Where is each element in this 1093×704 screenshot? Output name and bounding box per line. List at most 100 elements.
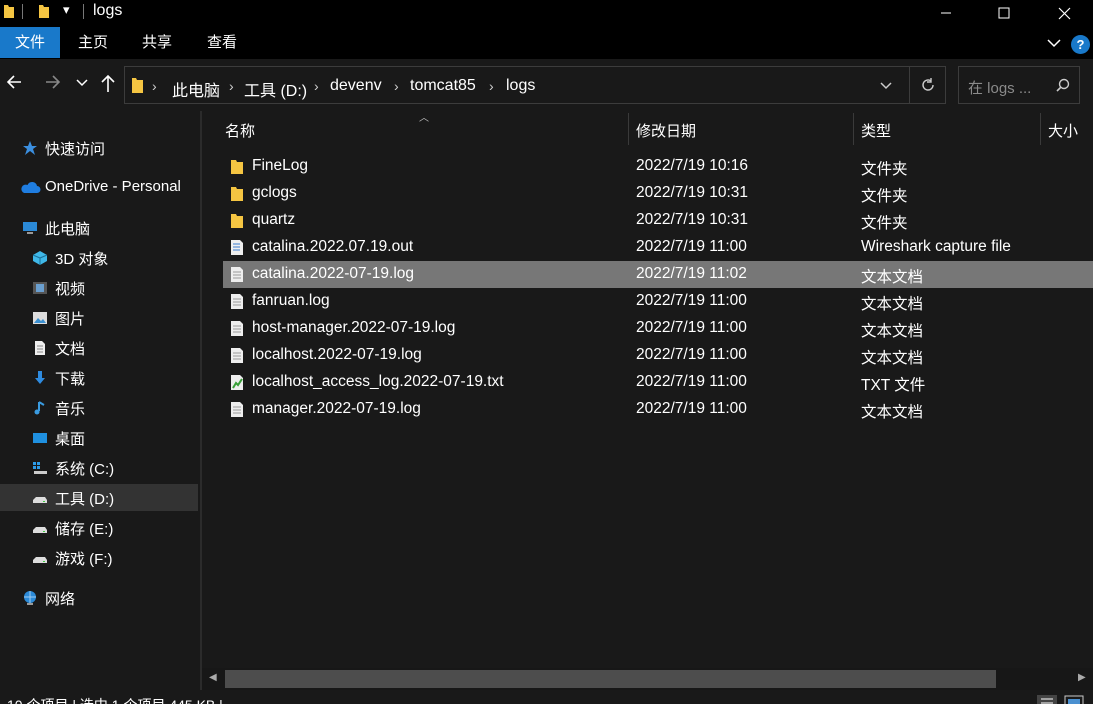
- tab-view[interactable]: 查看: [193, 27, 251, 58]
- sidebar-item-quick-access[interactable]: 快速访问: [0, 134, 198, 161]
- breadcrumb-this-pc[interactable]: 此电脑: [172, 77, 220, 101]
- sidebar-item-label: 3D 对象: [55, 251, 109, 268]
- breadcrumb-separator[interactable]: ›: [394, 78, 399, 94]
- sidebar-item-drive-c[interactable]: 系统 (C:): [0, 454, 198, 481]
- tab-share[interactable]: 共享: [128, 27, 186, 58]
- sidebar-item-network[interactable]: 网络: [0, 584, 198, 611]
- table-row[interactable]: manager.2022-07-19.log 2022/7/19 11:00 文…: [223, 396, 1093, 423]
- cloud-icon: [21, 181, 41, 193]
- refresh-icon: [921, 78, 934, 91]
- sidebar-item-drive-f[interactable]: 游戏 (F:): [0, 544, 198, 571]
- quick-access-dropdown[interactable]: ▾: [63, 2, 70, 18]
- address-history-chevron-icon[interactable]: [880, 82, 892, 90]
- scroll-left-icon[interactable]: ◀: [209, 672, 217, 683]
- table-row[interactable]: quartz 2022/7/19 10:31 文件夹: [223, 207, 1093, 234]
- expand-ribbon-icon[interactable]: [1046, 38, 1062, 48]
- table-row[interactable]: FineLog 2022/7/19 10:16 文件夹: [223, 153, 1093, 180]
- forward-arrow-icon[interactable]: [44, 73, 62, 91]
- up-arrow-icon[interactable]: [100, 73, 116, 93]
- scroll-right-icon[interactable]: ▶: [1078, 672, 1086, 683]
- column-header-size[interactable]: 大小: [1041, 111, 1093, 147]
- picture-icon: [33, 312, 47, 324]
- column-header-label: 修改日期: [636, 123, 697, 140]
- breadcrumb-separator[interactable]: ›: [229, 78, 234, 94]
- back-arrow-icon[interactable]: [5, 73, 23, 91]
- file-type: 文件夹: [861, 215, 908, 232]
- address-row: › 此电脑 › 工具 (D:) › devenv › tomcat85 › lo…: [0, 59, 1093, 111]
- search-icon[interactable]: [1056, 78, 1070, 92]
- file-type: 文本文档: [861, 323, 924, 340]
- breadcrumb-separator[interactable]: ›: [314, 78, 319, 94]
- sidebar-item-label: 视频: [55, 281, 86, 298]
- file-date: 2022/7/19 10:16: [636, 157, 749, 174]
- table-row[interactable]: fanruan.log 2022/7/19 11:00 文本文档: [223, 288, 1093, 315]
- drive-icon: [33, 557, 47, 563]
- file-date: 2022/7/19 11:00: [636, 292, 747, 309]
- table-row[interactable]: localhost_access_log.2022-07-19.txt 2022…: [223, 369, 1093, 396]
- window-title: logs: [93, 2, 123, 19]
- table-row[interactable]: gclogs 2022/7/19 10:31 文件夹: [223, 180, 1093, 207]
- column-header-type[interactable]: 类型: [854, 111, 1040, 147]
- column-header-name[interactable]: 名称: [223, 111, 629, 147]
- tab-file[interactable]: 文件: [0, 27, 60, 58]
- help-icon[interactable]: ?: [1071, 35, 1090, 54]
- recent-locations-chevron-icon[interactable]: [76, 79, 88, 87]
- sidebar-item-label: 网络: [45, 591, 76, 608]
- sidebar-item-drive-d[interactable]: 工具 (D:): [0, 484, 198, 511]
- sidebar-item-music[interactable]: 音乐: [0, 394, 198, 421]
- table-row[interactable]: host-manager.2022-07-19.log 2022/7/19 11…: [223, 315, 1093, 342]
- file-name: fanruan.log: [252, 292, 330, 309]
- tab-home[interactable]: 主页: [64, 27, 122, 58]
- details-view-icon[interactable]: [1037, 695, 1057, 704]
- close-button[interactable]: [1035, 0, 1093, 26]
- sidebar-item-onedrive[interactable]: OneDrive - Personal: [0, 174, 198, 201]
- file-type: 文本文档: [861, 296, 924, 313]
- sidebar-item-label: 游戏 (F:): [55, 551, 113, 568]
- search-input[interactable]: 在 logs ...: [968, 77, 1031, 98]
- column-header-date[interactable]: 修改日期: [629, 111, 854, 147]
- file-date: 2022/7/19 11:00: [636, 238, 747, 255]
- column-header-label: 大小: [1048, 123, 1079, 140]
- file-date: 2022/7/19 10:31: [636, 211, 749, 228]
- horizontal-scrollbar[interactable]: ◀ ▶: [202, 668, 1093, 690]
- breadcrumb-tomcat85[interactable]: tomcat85: [410, 77, 476, 95]
- maximize-icon: [998, 7, 1010, 19]
- sidebar-item-drive-e[interactable]: 储存 (E:): [0, 514, 198, 541]
- sidebar-item-this-pc[interactable]: 此电脑: [0, 214, 198, 241]
- address-bar[interactable]: › 此电脑 › 工具 (D:) › devenv › tomcat85 › lo…: [124, 66, 946, 104]
- music-icon: [34, 401, 45, 415]
- sidebar-item-documents[interactable]: 文档: [0, 334, 198, 361]
- maximize-button[interactable]: [975, 0, 1033, 26]
- title-bar: ▾ logs: [0, 0, 1093, 26]
- sidebar-item-downloads[interactable]: 下载: [0, 364, 198, 391]
- minimize-button[interactable]: [917, 0, 975, 26]
- sidebar-item-videos[interactable]: 视频: [0, 274, 198, 301]
- table-row-selected[interactable]: catalina.2022-07-19.log 2022/7/19 11:02 …: [223, 261, 1093, 288]
- new-folder-icon[interactable]: [38, 3, 50, 19]
- sidebar-item-label: 文档: [55, 341, 86, 358]
- table-row[interactable]: catalina.2022.07.19.out 2022/7/19 11:00 …: [223, 234, 1093, 261]
- breadcrumb-separator[interactable]: ›: [489, 78, 494, 94]
- table-row[interactable]: localhost.2022-07-19.log 2022/7/19 11:00…: [223, 342, 1093, 369]
- refresh-button[interactable]: [909, 67, 945, 103]
- scrollbar-thumb[interactable]: [225, 670, 996, 688]
- drive-icon: [33, 497, 47, 503]
- windows-drive-icon: [33, 462, 47, 474]
- sidebar-item-pictures[interactable]: 图片: [0, 304, 198, 331]
- large-icons-view-icon[interactable]: [1064, 695, 1084, 704]
- file-type: TXT 文件: [861, 377, 926, 394]
- text-file-icon: [231, 294, 243, 309]
- sidebar-item-label: 此电脑: [45, 221, 91, 238]
- separator: [22, 4, 23, 19]
- breadcrumb-logs[interactable]: logs: [506, 77, 535, 95]
- sidebar-item-3d-objects[interactable]: 3D 对象: [0, 244, 198, 271]
- breadcrumb-drive-d[interactable]: 工具 (D:): [244, 77, 307, 101]
- folder-icon: [4, 5, 14, 18]
- search-box[interactable]: 在 logs ...: [958, 66, 1080, 104]
- sidebar-item-desktop[interactable]: 桌面: [0, 424, 198, 451]
- text-file-icon: [231, 267, 243, 282]
- sidebar-item-label: 下载: [55, 371, 86, 388]
- file-name: catalina.2022.07.19.out: [252, 238, 414, 255]
- breadcrumb-separator[interactable]: ›: [152, 78, 157, 94]
- breadcrumb-devenv[interactable]: devenv: [330, 77, 382, 95]
